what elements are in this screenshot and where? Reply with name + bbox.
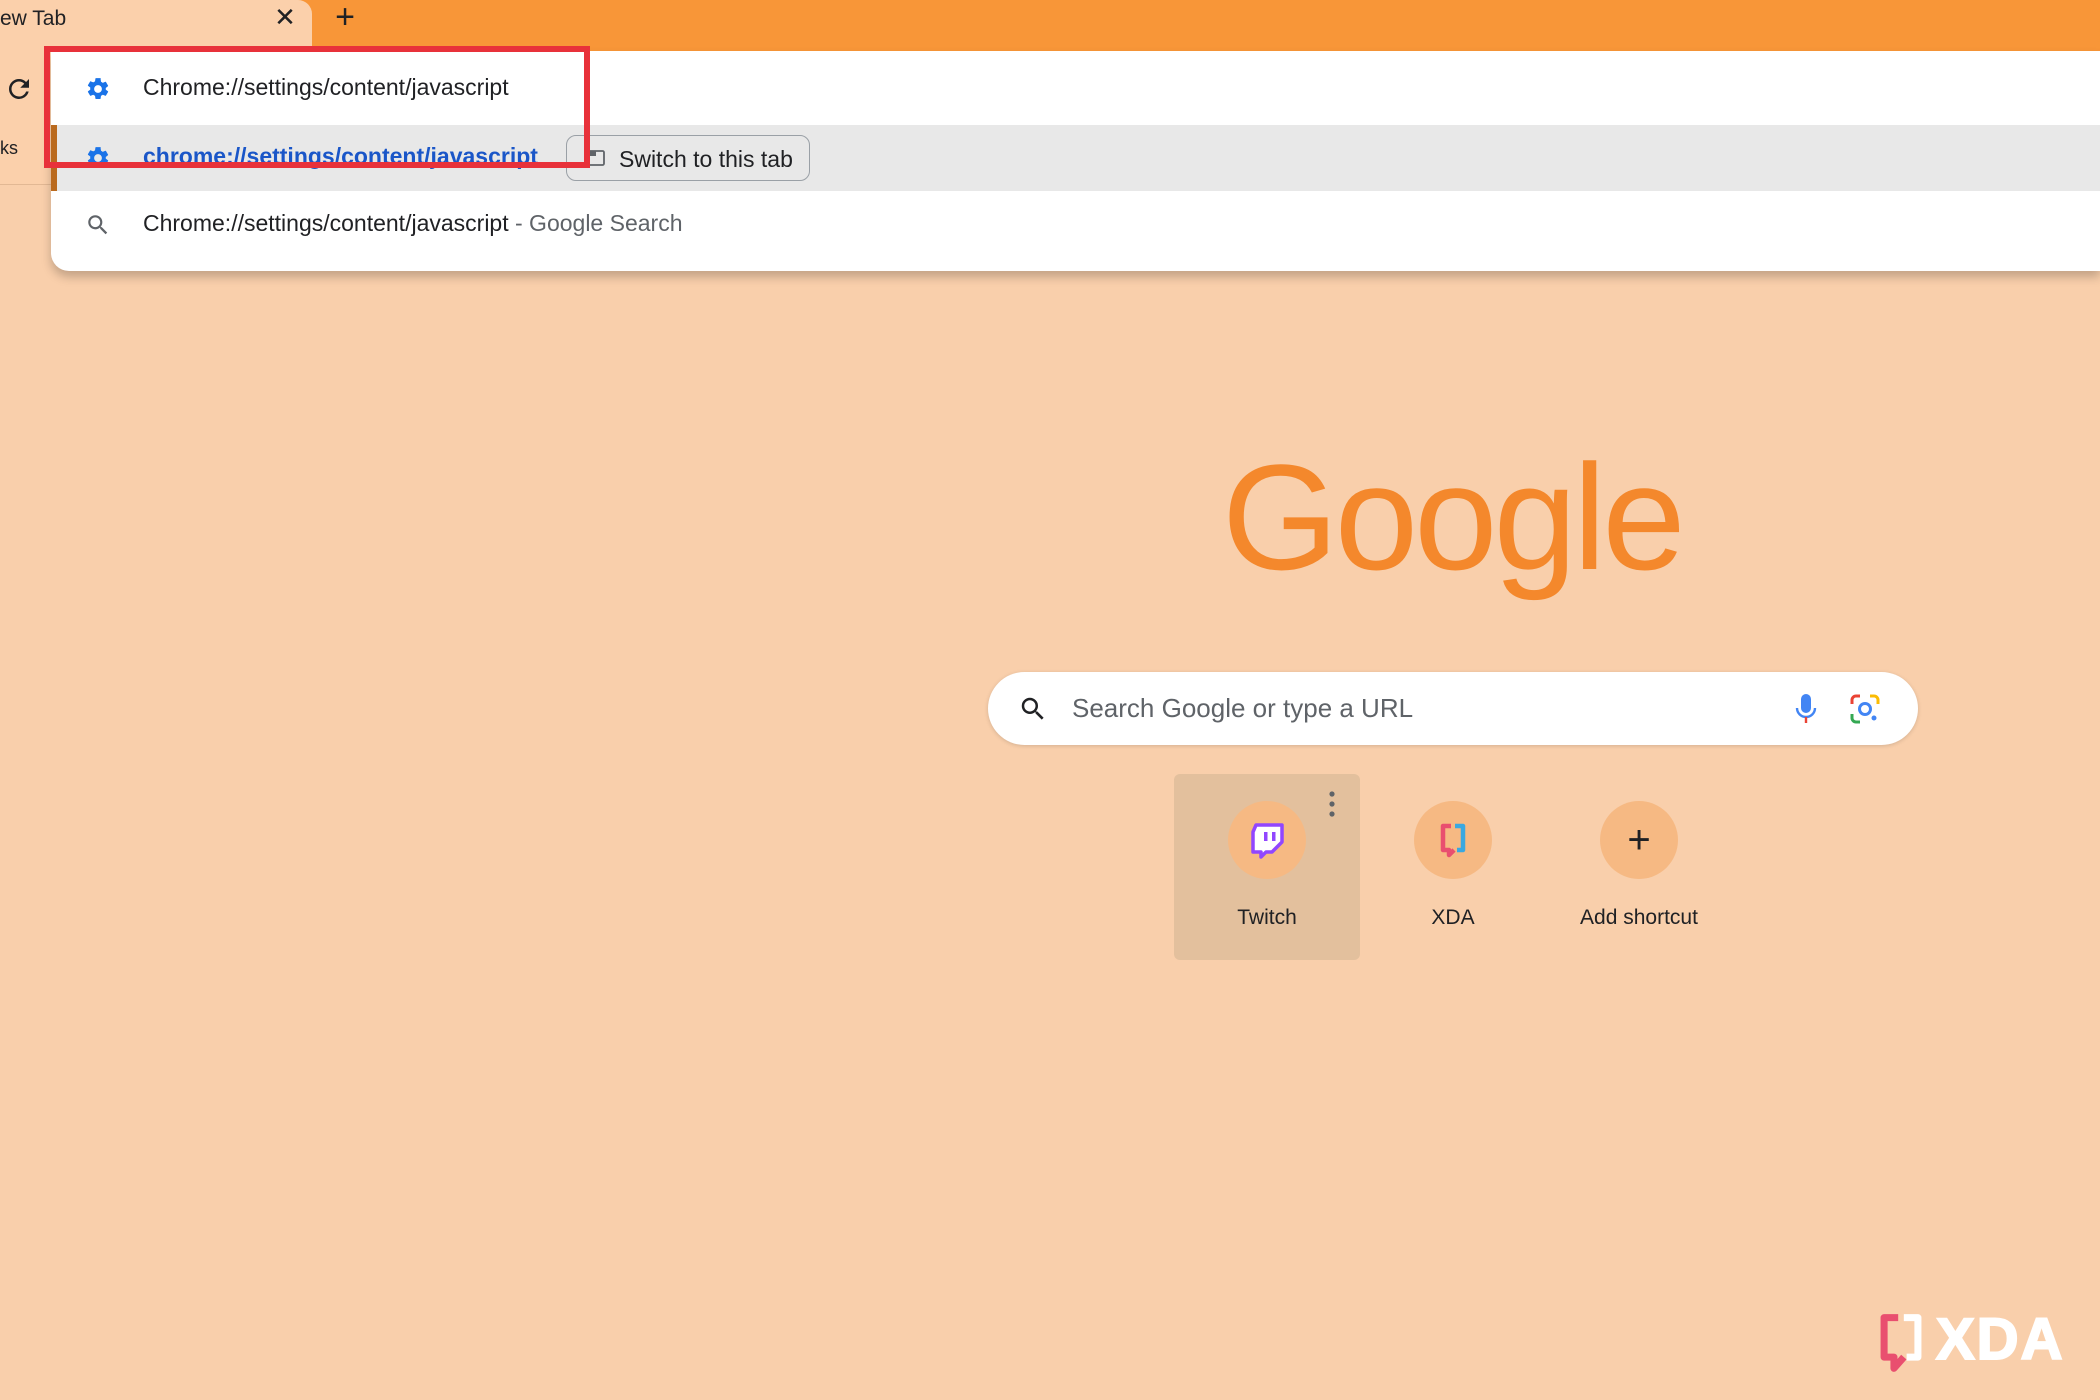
shortcut-tile	[1414, 801, 1492, 879]
shortcut-label: Add shortcut	[1580, 906, 1698, 929]
shortcut-label: XDA	[1431, 906, 1475, 929]
plus-icon: +	[1627, 818, 1651, 862]
search-suggestion-query: Chrome://settings/content/javascript	[143, 210, 509, 236]
search-suggestion-text: Chrome://settings/content/javascript - G…	[143, 210, 682, 237]
highlight-annotation-box	[44, 46, 590, 168]
toolbar-divider	[0, 184, 52, 185]
xda-icon	[1440, 823, 1466, 858]
ntp-search-input[interactable]	[1072, 688, 1772, 728]
xda-watermark: XDA	[1872, 1307, 2082, 1372]
shortcut-label: Twitch	[1237, 906, 1297, 929]
tab-close-button[interactable]: ✕	[272, 4, 298, 30]
shortcuts-grid: Twitch XDA + Add shortcut	[1174, 774, 1734, 960]
shortcut-xda[interactable]: XDA	[1360, 774, 1546, 960]
switch-to-tab-label: Switch to this tab	[619, 146, 793, 172]
lens-icon[interactable]	[1848, 692, 1882, 726]
xda-logo-icon	[1880, 1314, 1922, 1372]
ntp-searchbox[interactable]	[988, 672, 1918, 745]
search-icon	[88, 215, 108, 235]
more-vert-icon[interactable]	[1326, 790, 1338, 818]
search-suggestion-suffix: - Google Search	[508, 210, 683, 236]
google-logo: Google	[1222, 433, 1686, 601]
switch-to-tab-button[interactable]: Switch to this tab	[566, 135, 810, 181]
shortcut-tile	[1228, 801, 1306, 879]
watermark-text: XDA	[1935, 1307, 2065, 1372]
bookmarks-bar-fragment[interactable]: ks	[0, 138, 18, 159]
microphone-icon[interactable]	[1794, 692, 1818, 726]
search-icon	[1021, 697, 1044, 720]
tab-strip: ew Tab ✕ +	[0, 0, 2100, 51]
tab-title: ew Tab	[0, 7, 67, 30]
shortcut-add[interactable]: + Add shortcut	[1546, 774, 1732, 960]
twitch-icon	[1251, 823, 1284, 859]
shortcut-tile: +	[1600, 801, 1678, 879]
new-tab-button[interactable]: +	[330, 0, 360, 34]
omnibox-suggestion-search[interactable]: Chrome://settings/content/javascript - G…	[51, 192, 2100, 258]
tab-new-tab[interactable]: ew Tab ✕	[0, 0, 312, 51]
reload-icon[interactable]	[4, 74, 34, 104]
shortcut-twitch[interactable]: Twitch	[1174, 774, 1360, 960]
